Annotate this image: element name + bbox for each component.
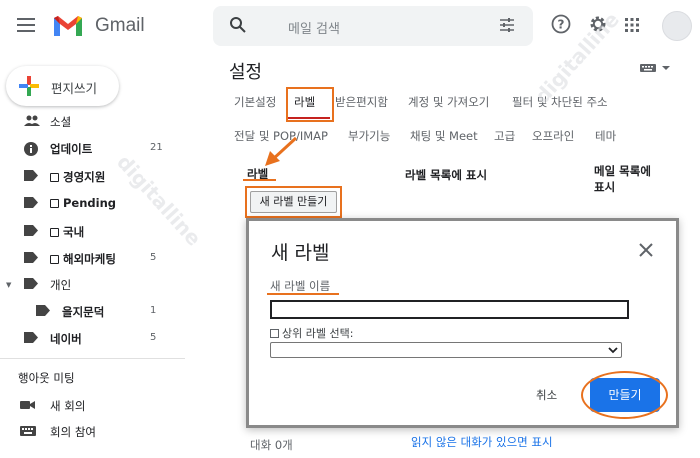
parent-label-select[interactable] [270, 342, 622, 358]
label-icon [24, 170, 38, 181]
chevron-down-icon [608, 347, 618, 354]
sidebar-item-overseas-marketing[interactable]: 해외마케팅 5 [0, 247, 185, 271]
tab-general[interactable]: 기본설정 [234, 94, 276, 110]
expand-caret-icon[interactable]: ▼ [6, 281, 11, 289]
tab-advanced[interactable]: 고급 [494, 128, 515, 144]
gmail-brand-text: Gmail [95, 15, 145, 36]
settings-gear-icon[interactable] [588, 14, 608, 34]
column-header-show-in-message-list: 메일 목록에 표시 [594, 164, 651, 194]
new-meeting-label: 새 회의 [50, 399, 86, 413]
sidebar-item-label: 업데이트 [50, 142, 93, 156]
sidebar-item-label: 소셜 [50, 115, 72, 129]
checkbox-icon [50, 173, 59, 182]
join-meeting-label: 회의 참여 [50, 425, 96, 439]
label-name-input[interactable] [270, 300, 629, 319]
tab-accounts-import[interactable]: 계정 및 가져오기 [408, 94, 489, 110]
gmail-logo-icon[interactable] [52, 14, 84, 38]
sidebar-item-domestic[interactable]: 국내 [0, 220, 185, 244]
label-icon [24, 197, 38, 208]
people-icon [24, 115, 40, 126]
sidebar-item-label: 개인 [50, 278, 72, 292]
sidebar-item-pending[interactable]: Pending [0, 192, 185, 216]
meet-section-title: 행아웃 미팅 [18, 371, 75, 385]
unread-count: 21 [150, 142, 163, 153]
show-if-unread-link[interactable]: 읽지 않은 대화가 있으면 표시 [411, 434, 553, 450]
tab-inbox[interactable]: 받은편지함 [335, 94, 388, 110]
sidebar-item-label: 경영지원 [63, 170, 106, 184]
label-icon [24, 332, 38, 343]
compose-button[interactable]: 편지쓰기 [6, 66, 119, 106]
cancel-button[interactable]: 취소 [536, 387, 557, 403]
tab-addons[interactable]: 부가기능 [348, 128, 390, 144]
nest-label-checkbox[interactable]: 상위 라벨 선택: [270, 325, 353, 341]
main-menu-icon[interactable] [17, 18, 35, 32]
new-label-dialog: 새 라벨 새 라벨 이름 상위 라벨 선택: 취소 만들기 [246, 218, 679, 428]
tab-highlight-box [286, 87, 334, 122]
sidebar-item-label: 네이버 [50, 332, 82, 346]
svg-text:?: ? [558, 18, 565, 32]
join-meeting-item[interactable]: 회의 참여 [0, 421, 185, 443]
sidebar-item-label: 을지문덕 [62, 305, 105, 319]
search-input[interactable]: 메일 검색 [288, 18, 340, 37]
create-button-highlight [581, 371, 668, 419]
sidebar-item-label-management[interactable]: 경영지원 [0, 165, 185, 189]
checkbox-icon[interactable] [270, 329, 279, 338]
tab-chat-meet[interactable]: 채팅 및 Meet [410, 128, 478, 144]
pointer-arrow-icon [265, 136, 298, 166]
sidebar-item-naver[interactable]: 네이버 5 [0, 327, 185, 351]
label-header-underline [243, 179, 276, 181]
checkbox-icon [50, 228, 59, 237]
label-icon [24, 278, 38, 289]
checkbox-icon [50, 255, 59, 264]
help-icon[interactable]: ? [551, 14, 571, 34]
unread-count: 5 [150, 252, 157, 263]
top-bar: Gmail 메일 검색 ? [0, 0, 700, 52]
page-title: 설정 [229, 62, 263, 83]
nest-label-caption: 상위 라벨 선택: [282, 327, 354, 340]
conversation-count: 대화 0개 [250, 438, 293, 452]
search-icon[interactable] [229, 16, 247, 34]
sidebar-item-updates[interactable]: 업데이트 21 [0, 137, 185, 161]
tab-themes[interactable]: 테마 [595, 128, 616, 144]
dialog-title: 새 라벨 [271, 242, 330, 264]
unread-count: 5 [150, 332, 157, 343]
checkbox-icon [50, 199, 59, 208]
new-meeting-item[interactable]: 새 회의 [0, 395, 185, 417]
compose-label: 편지쓰기 [51, 81, 98, 96]
compose-plus-icon [19, 76, 39, 96]
tab-filters-blocked[interactable]: 필터 및 차단된 주소 [512, 94, 608, 110]
label-name-caption: 새 라벨 이름 [270, 279, 331, 293]
label-icon [24, 225, 38, 236]
tab-offline[interactable]: 오프라인 [532, 128, 574, 144]
account-avatar[interactable] [662, 11, 692, 41]
sidebar-item-personal[interactable]: ▼ 개인 [0, 273, 185, 297]
keyboard-icon [20, 426, 36, 436]
sidebar-divider [0, 358, 185, 359]
sidebar-item-euljimundeok[interactable]: 을지문덕 1 [0, 300, 185, 324]
label-name-underline [267, 293, 339, 295]
sidebar-item-label: 국내 [63, 225, 85, 239]
close-icon[interactable] [639, 243, 653, 257]
sidebar-item-label: 해외마케팅 [63, 252, 116, 266]
video-camera-icon [20, 401, 35, 409]
sidebar-item-label: Pending [63, 196, 117, 210]
unread-count: 1 [150, 305, 157, 316]
sidebar-item-social[interactable]: 소셜 [0, 110, 185, 134]
column-header-show-in-label-list: 라벨 목록에 표시 [405, 168, 488, 182]
label-icon [24, 252, 38, 263]
info-icon [24, 142, 38, 156]
search-options-icon[interactable] [499, 18, 515, 32]
input-tools-icon[interactable] [640, 62, 672, 74]
new-label-button-highlight [245, 186, 342, 218]
apps-grid-icon[interactable] [624, 17, 640, 33]
label-icon [36, 305, 50, 316]
search-bar[interactable]: 메일 검색 [213, 6, 533, 46]
gmail-settings-screen: Gmail 메일 검색 ? 편지쓰기 소셜 업데이트 21 경영지원 Pendi… [0, 0, 700, 458]
